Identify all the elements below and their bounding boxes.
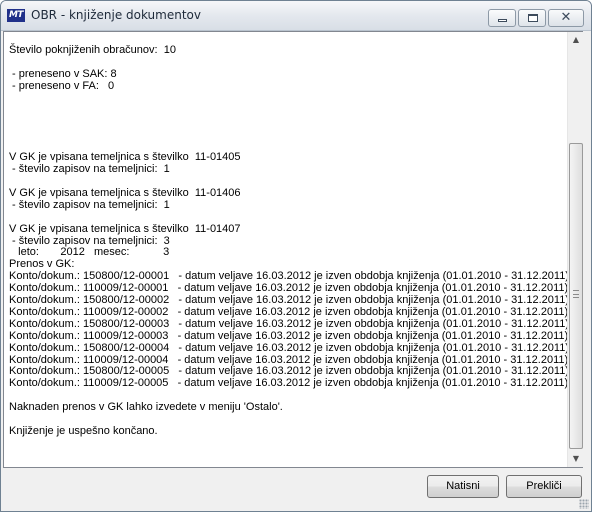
close-button[interactable]: ✕ bbox=[548, 9, 584, 27]
vertical-scrollbar[interactable]: ▲ ▼ bbox=[567, 32, 583, 467]
scroll-up-icon[interactable]: ▲ bbox=[568, 32, 584, 48]
scroll-down-icon[interactable]: ▼ bbox=[568, 451, 584, 467]
minimize-icon bbox=[498, 19, 507, 22]
output-text[interactable]: Število poknjiženih obračunov: 10 - pren… bbox=[4, 32, 567, 467]
minimize-button[interactable] bbox=[488, 9, 516, 27]
output-panel: Število poknjiženih obračunov: 10 - pren… bbox=[3, 31, 583, 468]
print-button[interactable]: Natisni bbox=[427, 475, 499, 498]
dialog-window: MT OBR - knjiženje dokumentov ✕ Število … bbox=[0, 0, 592, 512]
close-icon: ✕ bbox=[560, 10, 572, 25]
maximize-icon bbox=[528, 14, 538, 22]
title-bar[interactable]: MT OBR - knjiženje dokumentov ✕ bbox=[1, 1, 591, 31]
window-title: OBR - knjiženje dokumentov bbox=[31, 8, 201, 22]
scroll-grip-icon bbox=[573, 290, 579, 298]
resize-grip-icon[interactable] bbox=[579, 499, 589, 509]
cancel-button[interactable]: Prekliči bbox=[506, 475, 582, 498]
app-logo-icon: MT bbox=[7, 9, 25, 22]
scroll-thumb[interactable] bbox=[569, 143, 583, 449]
maximize-button[interactable] bbox=[518, 9, 546, 27]
